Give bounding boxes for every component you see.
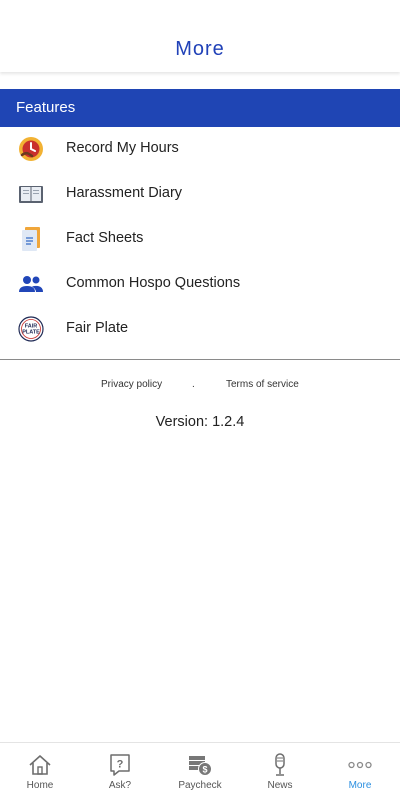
record-my-hours-item[interactable]: Record My Hours bbox=[0, 127, 400, 172]
common-hospo-questions-item[interactable]: Common Hospo Questions bbox=[0, 262, 400, 307]
fact-sheets-item[interactable]: Fact Sheets bbox=[0, 217, 400, 262]
bottom-tab-bar: Home ? Ask? $ Paycheck News More bbox=[0, 742, 400, 801]
footer-links: Privacy policy . Terms of service bbox=[0, 379, 400, 395]
tab-paycheck[interactable]: $ Paycheck bbox=[160, 743, 240, 801]
privacy-policy-link[interactable]: Privacy policy bbox=[101, 379, 162, 390]
tab-ask[interactable]: ? Ask? bbox=[80, 743, 160, 801]
paycheck-icon: $ bbox=[188, 753, 212, 777]
features-list: Record My Hours Harassment Diary Fact Sh… bbox=[0, 127, 400, 352]
microphone-icon bbox=[268, 753, 292, 777]
question-icon: ? bbox=[108, 753, 132, 777]
app-header: More bbox=[0, 0, 400, 72]
tab-ask-label: Ask? bbox=[108, 780, 132, 791]
harassment-diary-label: Harassment Diary bbox=[66, 185, 183, 201]
open-book-icon bbox=[18, 181, 44, 207]
svg-text:$: $ bbox=[202, 765, 207, 775]
tab-news[interactable]: News bbox=[240, 743, 320, 801]
document-icon bbox=[18, 226, 44, 252]
page-title: More bbox=[175, 38, 225, 60]
record-my-hours-label: Record My Hours bbox=[66, 140, 179, 156]
tab-more[interactable]: More bbox=[320, 743, 400, 801]
svg-text:?: ? bbox=[117, 759, 124, 771]
common-hospo-questions-label: Common Hospo Questions bbox=[66, 275, 241, 291]
home-icon bbox=[28, 753, 52, 777]
tab-home[interactable]: Home bbox=[0, 743, 80, 801]
fair-plate-logo-icon: FAIR PLATE bbox=[18, 316, 44, 342]
features-section-header: Features bbox=[0, 89, 400, 127]
people-icon bbox=[18, 271, 44, 297]
tab-news-label: News bbox=[267, 780, 293, 791]
fair-plate-item[interactable]: FAIR PLATE Fair Plate bbox=[0, 307, 400, 352]
features-heading: Features bbox=[16, 99, 76, 116]
fair-plate-label: Fair Plate bbox=[66, 320, 129, 336]
tab-home-label: Home bbox=[26, 780, 54, 791]
tab-paycheck-label: Paycheck bbox=[178, 780, 222, 791]
fact-sheets-label: Fact Sheets bbox=[66, 230, 144, 246]
harassment-diary-item[interactable]: Harassment Diary bbox=[0, 172, 400, 217]
version-label: Version: 1.2.4 bbox=[155, 414, 245, 430]
more-dots-icon bbox=[348, 753, 372, 777]
section-divider bbox=[0, 359, 400, 360]
link-separator: . bbox=[192, 379, 195, 390]
clock-hand-icon bbox=[18, 136, 44, 162]
terms-of-service-link[interactable]: Terms of service bbox=[226, 379, 299, 390]
svg-text:PLATE: PLATE bbox=[22, 330, 40, 336]
tab-more-label: More bbox=[348, 780, 372, 791]
